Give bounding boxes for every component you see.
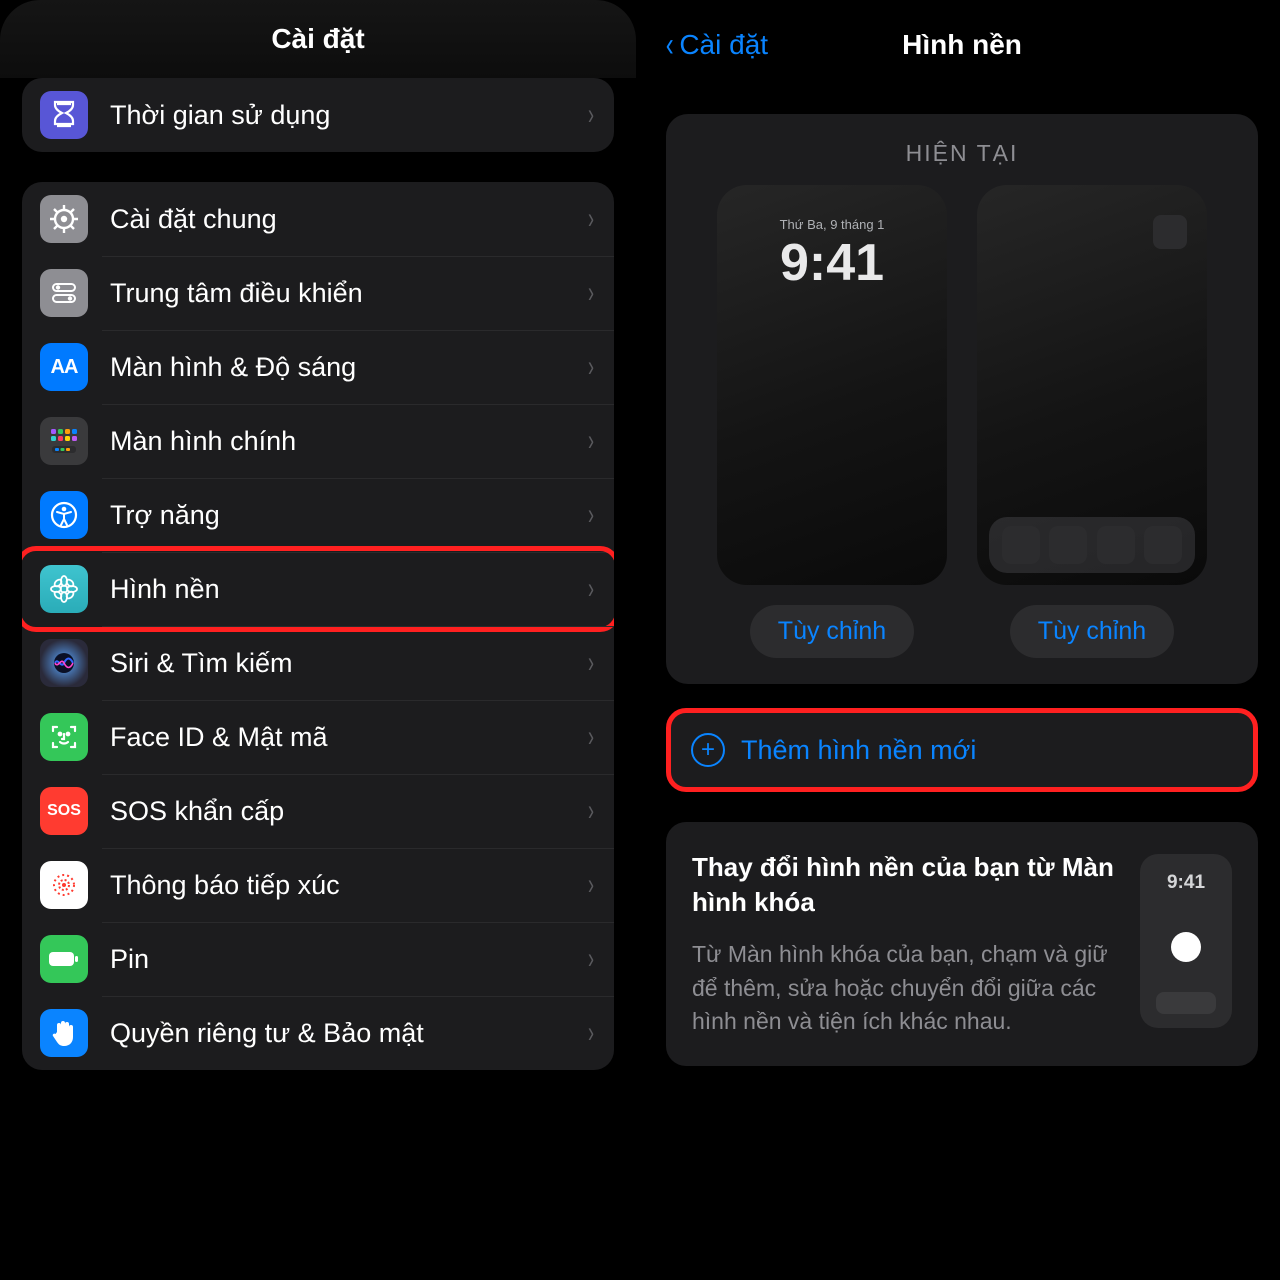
wallpaper-screen: ‹ Cài đặt Hình nền HIỆN TẠI Thứ Ba, 9 th…: [644, 0, 1280, 1280]
customize-lock-button[interactable]: Tùy chỉnh: [750, 605, 914, 658]
lock-screen-preview[interactable]: Thứ Ba, 9 tháng 1 9:41: [717, 185, 947, 585]
tip-title: Thay đổi hình nền của bạn từ Màn hình kh…: [692, 850, 1118, 920]
back-button[interactable]: ‹ Cài đặt: [664, 28, 768, 62]
touch-dot-icon: [1171, 932, 1201, 962]
chevron-right-icon: ›: [588, 572, 594, 606]
row-label: Trung tâm điều khiển: [110, 278, 586, 309]
row-general[interactable]: Cài đặt chung ›: [22, 182, 614, 256]
row-label: Màn hình chính: [110, 426, 586, 457]
tip-phone-illustration: 9:41: [1140, 854, 1232, 1028]
toggles-icon: [40, 269, 88, 317]
settings-screen: Cài đặt Thời gian sử dụng › Cài đặt chun…: [0, 0, 636, 1280]
row-label: Trợ năng: [110, 500, 586, 531]
chevron-right-icon: ›: [588, 424, 594, 458]
row-label: Siri & Tìm kiếm: [110, 648, 586, 679]
settings-section: Thời gian sử dụng ›: [22, 78, 614, 152]
page-title: Cài đặt: [0, 0, 636, 78]
tip-body: Từ Màn hình khóa của bạn, chạm và giữ để…: [692, 938, 1118, 1038]
row-label: Màn hình & Độ sáng: [110, 352, 586, 383]
row-emergency-sos[interactable]: SOS SOS khẩn cấp ›: [22, 774, 614, 848]
chevron-right-icon: ›: [588, 794, 594, 828]
current-wallpaper-card: HIỆN TẠI Thứ Ba, 9 tháng 1 9:41 Tùy chỉn…: [666, 114, 1258, 684]
chevron-right-icon: ›: [588, 498, 594, 532]
gear-icon: [40, 195, 88, 243]
row-label: Face ID & Mật mã: [110, 722, 586, 753]
row-label: Thời gian sử dụng: [110, 100, 586, 131]
row-label: SOS khẩn cấp: [110, 796, 586, 827]
chevron-right-icon: ›: [588, 868, 594, 902]
siri-icon: [40, 639, 88, 687]
row-wallpaper[interactable]: Hình nền ›: [22, 552, 614, 626]
row-screen-time[interactable]: Thời gian sử dụng ›: [22, 78, 614, 152]
dock-icon: [989, 517, 1195, 573]
chevron-right-icon: ›: [588, 646, 594, 680]
chevron-right-icon: ›: [588, 942, 594, 976]
add-wallpaper-button[interactable]: + Thêm hình nền mới: [671, 713, 1253, 787]
settings-section: Cài đặt chung › Trung tâm điều khiển › A…: [22, 182, 614, 1070]
row-label: Pin: [110, 944, 586, 975]
home-grid-icon: [40, 417, 88, 465]
back-label: Cài đặt: [679, 29, 768, 61]
accessibility-icon: [40, 491, 88, 539]
chevron-right-icon: ›: [588, 1016, 594, 1050]
face-id-icon: [40, 713, 88, 761]
row-label: Cài đặt chung: [110, 204, 586, 235]
row-home-screen[interactable]: Màn hình chính ›: [22, 404, 614, 478]
row-siri-search[interactable]: Siri & Tìm kiếm ›: [22, 626, 614, 700]
row-exposure-notifications[interactable]: Thông báo tiếp xúc ›: [22, 848, 614, 922]
chevron-right-icon: ›: [588, 720, 594, 754]
wallpaper-previews: Thứ Ba, 9 tháng 1 9:41 Tùy chỉnh Tùy chỉ…: [686, 185, 1238, 658]
row-display-brightness[interactable]: AA Màn hình & Độ sáng ›: [22, 330, 614, 404]
add-wallpaper-card: + Thêm hình nền mới: [666, 708, 1258, 792]
text-size-icon: AA: [40, 343, 88, 391]
row-label: Thông báo tiếp xúc: [110, 870, 586, 901]
row-label: Hình nền: [110, 574, 586, 605]
dynamic-island-icon: [1153, 215, 1187, 249]
lock-date: Thứ Ba, 9 tháng 1: [717, 217, 947, 232]
section-header: HIỆN TẠI: [686, 140, 1238, 167]
home-screen-preview[interactable]: [977, 185, 1207, 585]
lock-time: 9:41: [717, 233, 947, 293]
flower-icon: [40, 565, 88, 613]
hourglass-icon: [40, 91, 88, 139]
plus-circle-icon: +: [691, 733, 725, 767]
tip-time: 9:41: [1140, 872, 1232, 894]
chevron-right-icon: ›: [588, 202, 594, 236]
hand-icon: [40, 1009, 88, 1057]
row-label: Quyền riêng tư & Bảo mật: [110, 1018, 586, 1049]
row-battery[interactable]: Pin ›: [22, 922, 614, 996]
dock-bar-icon: [1156, 992, 1216, 1014]
battery-icon: [40, 935, 88, 983]
nav-bar: ‹ Cài đặt Hình nền: [644, 0, 1280, 90]
row-face-id[interactable]: Face ID & Mật mã ›: [22, 700, 614, 774]
sos-icon: SOS: [40, 787, 88, 835]
customize-home-button[interactable]: Tùy chỉnh: [1010, 605, 1174, 658]
row-privacy-security[interactable]: Quyền riêng tư & Bảo mật ›: [22, 996, 614, 1070]
chevron-right-icon: ›: [588, 98, 594, 132]
row-control-center[interactable]: Trung tâm điều khiển ›: [22, 256, 614, 330]
chevron-left-icon: ‹: [666, 28, 674, 62]
chevron-right-icon: ›: [588, 350, 594, 384]
tip-card: Thay đổi hình nền của bạn từ Màn hình kh…: [666, 822, 1258, 1066]
add-wallpaper-label: Thêm hình nền mới: [741, 735, 976, 766]
chevron-right-icon: ›: [588, 276, 594, 310]
row-accessibility[interactable]: Trợ năng ›: [22, 478, 614, 552]
exposure-icon: [40, 861, 88, 909]
